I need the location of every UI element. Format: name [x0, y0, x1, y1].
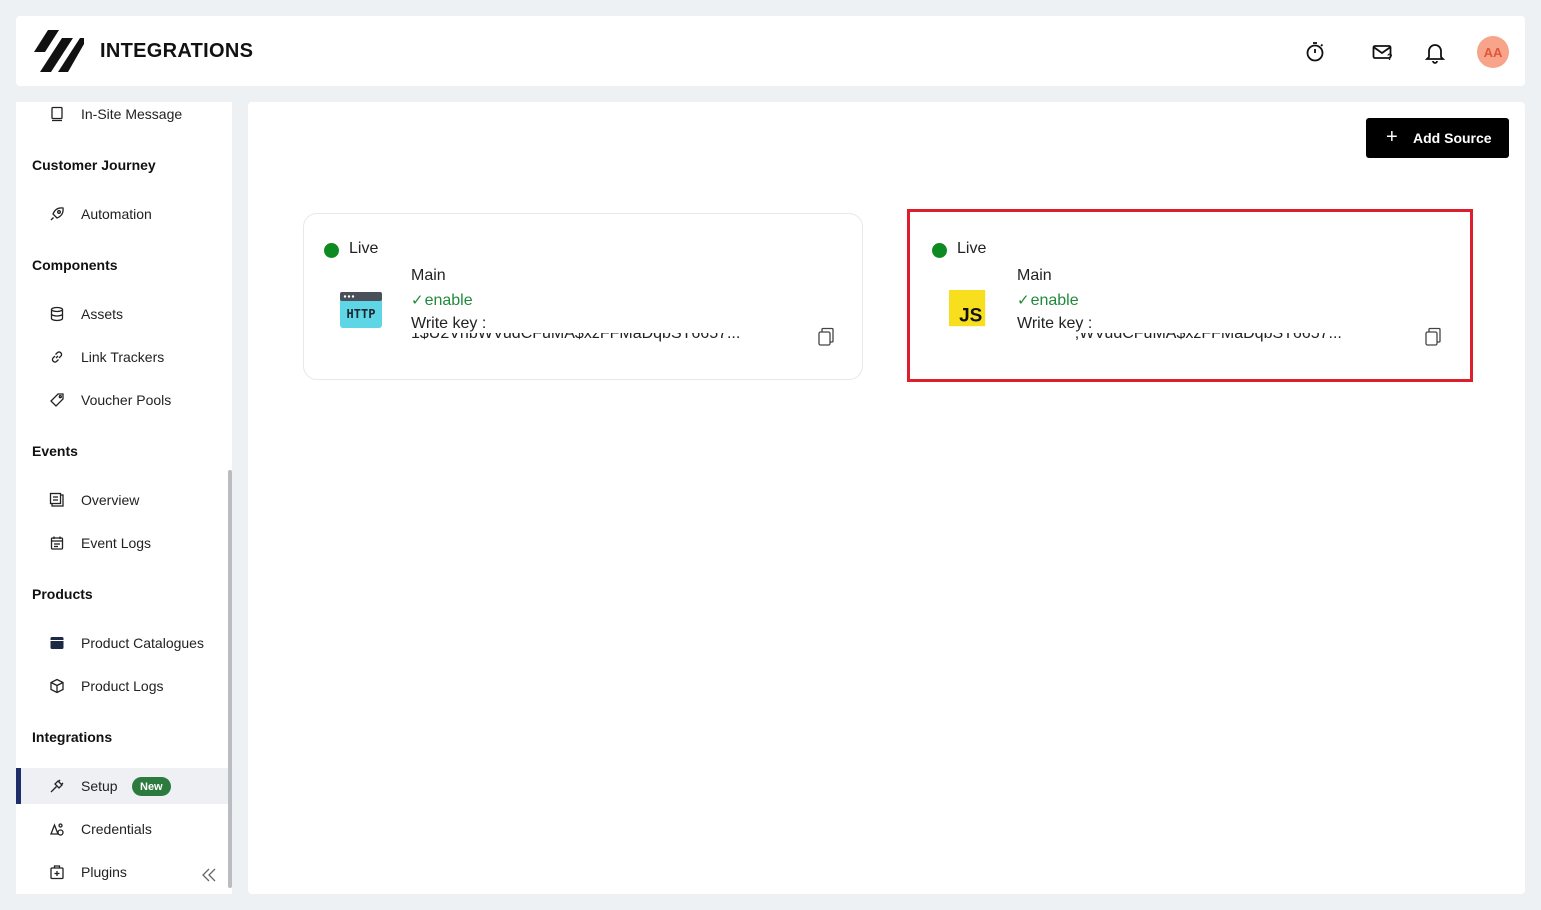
sidebar-item-label: Overview	[81, 492, 140, 508]
sidebar-item-label: Plugins	[81, 864, 127, 880]
sidebar-item-label: In-Site Message	[81, 106, 183, 122]
sidebar-scrollbar[interactable]	[228, 470, 232, 888]
source-state: ✓enable	[1017, 291, 1079, 310]
add-source-button[interactable]: + Add Source	[1366, 118, 1509, 158]
plugin-box-icon	[48, 863, 66, 881]
write-key-label: Write key :	[411, 315, 487, 332]
company-logo-icon[interactable]	[32, 28, 84, 74]
overview-icon	[48, 491, 66, 509]
sidebar-item-voucher-pools[interactable]: Voucher Pools	[16, 382, 228, 418]
source-name: Main	[411, 267, 446, 284]
live-status-dot	[324, 243, 339, 258]
link-icon	[48, 348, 66, 366]
sidebar-item-label: Link Trackers	[81, 349, 165, 365]
sidebar-item-link-trackers[interactable]: Link Trackers	[16, 339, 228, 375]
write-key-label: Write key :	[1017, 315, 1093, 332]
catalogue-icon	[48, 634, 66, 652]
svg-text:JS: JS	[959, 306, 982, 327]
sidebar-item-setup[interactable]: Setup New	[16, 768, 228, 804]
sidebar-item-assets[interactable]: Assets	[16, 296, 228, 332]
calendar-log-icon	[48, 534, 66, 552]
sidebar-item-label: Setup	[81, 778, 118, 794]
sidebar-item-credentials[interactable]: Credentials	[16, 811, 228, 847]
javascript-icon: JS	[949, 290, 986, 327]
sidebar-item-overview[interactable]: Overview	[16, 482, 228, 518]
main-panel: + Add Source Live HTTP Main ✓enable Writ…	[248, 102, 1525, 894]
mail-question-icon[interactable]: ?	[1371, 40, 1395, 64]
add-source-label: Add Source	[1413, 130, 1492, 146]
source-name: Main	[1017, 267, 1052, 284]
sidebar-item-label: Voucher Pools	[81, 392, 172, 408]
rocket-icon	[48, 205, 66, 223]
sidebar-item-label: Assets	[81, 306, 124, 322]
section-title-products: Products	[32, 586, 93, 602]
source-card-http[interactable]: Live HTTP Main ✓enable Write key : 1$U2V…	[303, 213, 863, 380]
sidebar-item-label: Automation	[81, 206, 152, 222]
sidebar: In-Site Message Customer Journey Automat…	[16, 102, 232, 894]
write-key-value: ,WVudCFuMA$xzFFMaDqbST6657...	[1017, 333, 1342, 342]
sidebar-item-plugins[interactable]: Plugins	[16, 854, 228, 890]
cube-icon	[48, 677, 66, 695]
live-status-label: Live	[349, 240, 379, 257]
stopwatch-icon[interactable]	[1303, 40, 1327, 64]
page-title: INTEGRATIONS	[100, 40, 254, 62]
section-title-components: Components	[32, 257, 118, 273]
message-box-icon	[48, 105, 66, 123]
tag-icon	[48, 391, 66, 409]
http-icon: HTTP	[340, 292, 382, 328]
top-header: INTEGRATIONS ? AA	[16, 16, 1525, 86]
sidebar-item-product-catalogues[interactable]: Product Catalogues	[16, 625, 228, 661]
source-state: ✓enable	[411, 291, 473, 310]
live-status-label: Live	[957, 240, 987, 257]
sidebar-item-product-logs[interactable]: Product Logs	[16, 668, 228, 704]
sidebar-item-label: Product Logs	[81, 678, 164, 694]
section-title-customer-journey: Customer Journey	[32, 157, 156, 173]
plus-icon: +	[1386, 126, 1398, 148]
sidebar-item-label: Event Logs	[81, 535, 152, 551]
check-icon: ✓	[411, 292, 424, 309]
sidebar-item-event-logs[interactable]: Event Logs	[16, 525, 228, 561]
source-state-label: enable	[424, 292, 473, 309]
collapse-sidebar-icon[interactable]	[200, 866, 218, 884]
sidebar-item-label: Credentials	[81, 821, 152, 837]
svg-text:?: ?	[1387, 52, 1393, 62]
key-shapes-icon	[48, 820, 66, 838]
live-status-dot	[932, 243, 947, 258]
copy-icon[interactable]	[817, 327, 835, 347]
database-icon	[48, 305, 66, 323]
sidebar-item-automation[interactable]: Automation	[16, 196, 228, 232]
section-title-events: Events	[32, 443, 78, 459]
user-avatar[interactable]: AA	[1477, 36, 1509, 68]
sidebar-item-in-site-message[interactable]: In-Site Message	[16, 102, 228, 132]
svg-text:HTTP: HTTP	[347, 307, 376, 321]
sidebar-item-label: Product Catalogues	[81, 635, 204, 651]
write-key-value: 1$U2VhbWVudCFuMA$xzFFMaDqbST6657...	[411, 333, 741, 342]
source-card-javascript[interactable]: Live JS Main ✓enable Write key : ,WVudCF…	[907, 209, 1473, 382]
check-icon: ✓	[1017, 292, 1030, 309]
copy-icon[interactable]	[1424, 327, 1442, 347]
plug-icon	[48, 777, 66, 795]
source-state-label: enable	[1030, 292, 1079, 309]
section-title-integrations: Integrations	[32, 729, 113, 745]
new-badge: New	[132, 777, 171, 796]
bell-icon[interactable]	[1423, 40, 1447, 64]
